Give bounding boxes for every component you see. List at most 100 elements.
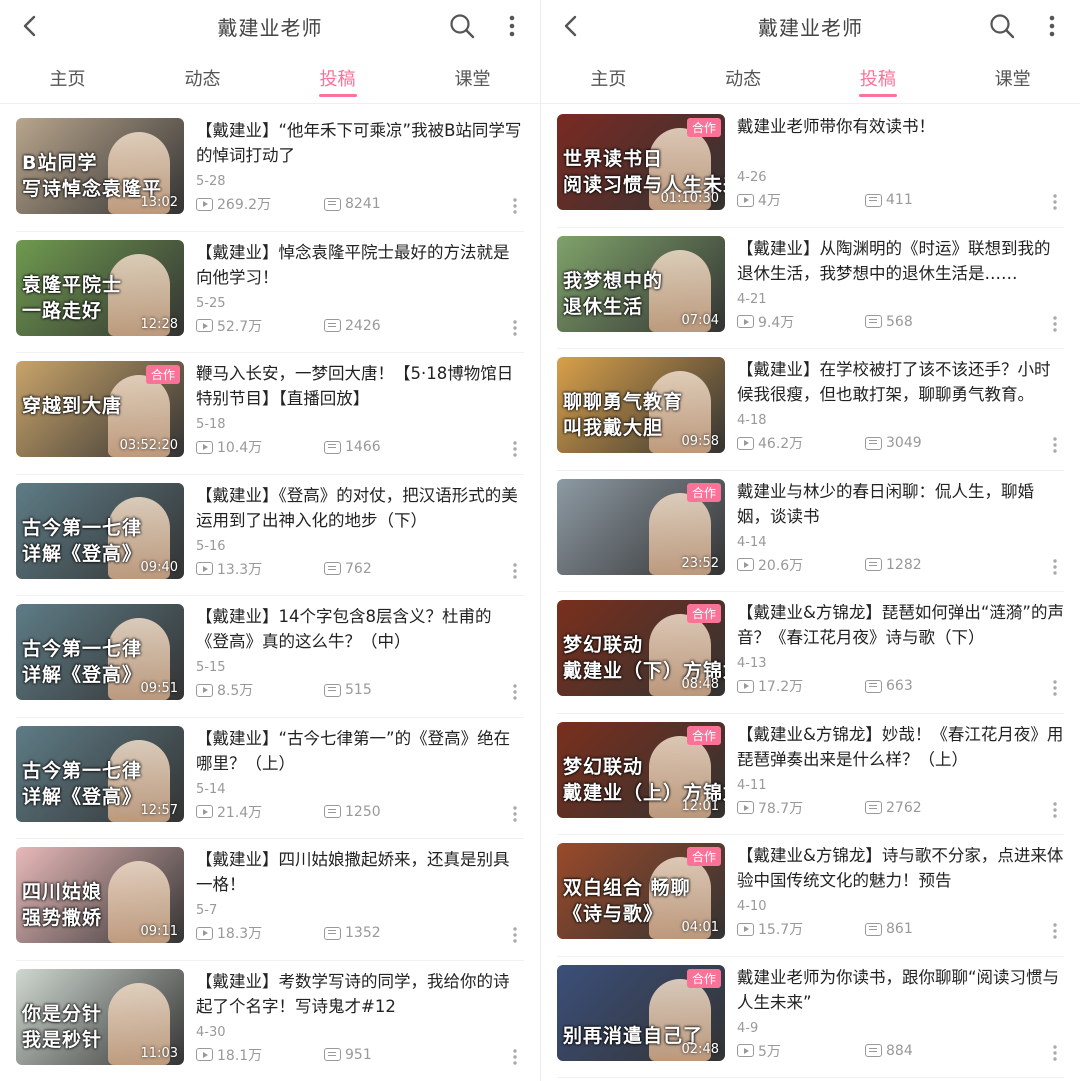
item-more-button[interactable]	[508, 318, 522, 338]
view-count-value: 15.7万	[758, 922, 804, 938]
more-button[interactable]	[500, 10, 524, 42]
video-title[interactable]: 【戴建业&方锦龙】诗与歌不分家，点进来体验中国传统文化的魅力！预告	[737, 843, 1064, 893]
video-thumbnail[interactable]: 穿越到大唐 合作 03:52:20	[16, 361, 184, 457]
item-more-button[interactable]	[1048, 435, 1062, 455]
video-thumbnail[interactable]: 四川姑娘 强势撒娇 09:11	[16, 847, 184, 943]
tab-submissions[interactable]: 投稿	[270, 52, 405, 103]
video-item[interactable]: 世界读书日阅读习惯与人生未来合作01:10:30戴建业老师带你有效读书！4-26…	[541, 114, 1080, 236]
video-thumbnail[interactable]: B站同学 写诗悼念袁隆平 13:02	[16, 118, 184, 214]
video-duration: 12:28	[140, 316, 178, 332]
item-more-button[interactable]	[508, 804, 522, 824]
tab-dynamic[interactable]: 动态	[676, 52, 811, 103]
video-item[interactable]: 我梦想中的 退休生活 07:04 【戴建业】从陶渊明的《时运》联想到我的退休生活，我梦…	[541, 235, 1080, 358]
video-item[interactable]: 梦幻联动戴建业（上）方锦龙合作12:01【戴建业&方锦龙】妙哉！《春江花月夜》用…	[541, 721, 1080, 844]
video-thumbnail[interactable]: 古今第一七律 详解《登高》 12:57	[16, 725, 184, 822]
video-item[interactable]: 古今第一七律 详解《登高》 12:57 【戴建业】“古今七律第一”的《登高》绝在哪里？…	[0, 725, 540, 848]
video-title[interactable]: 【戴建业】“他年禾下可乘凉”我被B站同学写的悼词打动了	[196, 118, 524, 168]
video-item[interactable]: 袁隆平院士 一路走好 12:28 【戴建业】悼念袁隆平院士最好的方法就是向他学习！ 5-…	[0, 239, 540, 362]
video-thumbnail[interactable]: 梦幻联动戴建业（下）方锦龙合作08:48	[557, 600, 725, 696]
video-title[interactable]: 【戴建业&方锦龙】琵琶如何弹出“涟漪”的声音？《春江花月夜》诗与歌（下）	[737, 600, 1064, 650]
video-title[interactable]: 【戴建业】考数学写诗的同学，我给你的诗起了个名字！写诗鬼才#12	[196, 969, 524, 1019]
video-item[interactable]: 梦幻联动戴建业（下）方锦龙合作08:48【戴建业&方锦龙】琵琶如何弹出“涟漪”的…	[541, 600, 1080, 722]
item-more-button[interactable]	[508, 561, 522, 581]
view-count: 4万	[737, 190, 865, 210]
video-item[interactable]: 合作 23:52 戴建业与林少的春日闲聊：侃人生，聊婚姻，谈读书 4-14 20.6万 1…	[541, 478, 1080, 601]
video-info: 【戴建业&方锦龙】妙哉！《春江花月夜》用琵琶弹奏出来是什么样？（上） 4-11 78…	[725, 722, 1064, 844]
video-title[interactable]: 【戴建业】“古今七律第一”的《登高》绝在哪里？（上）	[196, 726, 524, 776]
video-item[interactable]: 古今第一七律 详解《登高》 09:51 【戴建业】14个字包含8层含义？杜甫的《登高》…	[0, 604, 540, 726]
more-vertical-icon	[513, 927, 517, 943]
play-count-icon	[196, 197, 213, 211]
video-title[interactable]: 【戴建业】《登高》的对仗，把汉语形式的美运用到了出神入化的地步（下）	[196, 483, 524, 533]
video-item[interactable]: 四川姑娘 强势撒娇 09:11 【戴建业】四川姑娘撒起娇来，还真是别具一格！ 5-7 18…	[0, 847, 540, 969]
item-more-button[interactable]	[1048, 314, 1062, 334]
video-title[interactable]: 鞭马入长安，一梦回大唐！【5·18博物馆日特别节目】【直播回放】	[196, 361, 524, 411]
video-thumbnail[interactable]: 袁隆平院士 一路走好 12:28	[16, 239, 184, 336]
video-title[interactable]: 【戴建业】悼念袁隆平院士最好的方法就是向他学习！	[196, 240, 524, 290]
back-button[interactable]	[555, 10, 587, 42]
video-thumbnail[interactable]: 双白组合 畅聊 《诗与歌》 合作 04:01	[557, 843, 725, 939]
item-more-button[interactable]	[508, 1047, 522, 1067]
search-button[interactable]	[446, 10, 478, 42]
tab-classroom[interactable]: 课堂	[405, 52, 540, 103]
video-date: 4-9	[737, 1020, 759, 1036]
screenshot-collage: 戴建业老师 主页 动态 投稿 课堂 B站同学 写诗悼念袁隆平 13:02 【戴建业】“他年禾…	[0, 0, 1080, 1081]
tab-submissions[interactable]: 投稿	[811, 52, 946, 103]
video-item[interactable]: 聊聊勇气教育 叫我戴大胆 09:58 【戴建业】在学校被打了该不该还手？小时候我很瘦，…	[541, 357, 1080, 479]
video-title[interactable]: 戴建业老师为你读书，跟你聊聊“阅读习惯与人生未来”	[737, 965, 1064, 1015]
view-count: 5万	[737, 1041, 865, 1061]
back-button[interactable]	[14, 10, 46, 42]
video-title[interactable]: 【戴建业】四川姑娘撒起娇来，还真是别具一格！	[196, 847, 524, 897]
video-item[interactable]: 穿越到大唐 合作 03:52:20 鞭马入长安，一梦回大唐！【5·18博物馆日特别节目…	[0, 361, 540, 483]
video-title[interactable]: 戴建业老师带你有效读书！	[737, 114, 1064, 139]
video-thumbnail[interactable]: 别再消遣自己了 合作 02:48	[557, 964, 725, 1061]
item-more-button[interactable]	[508, 196, 522, 216]
more-vertical-icon	[1053, 558, 1057, 575]
more-vertical-icon	[1053, 801, 1057, 818]
item-more-button[interactable]	[1048, 557, 1062, 577]
item-more-button[interactable]	[1048, 678, 1062, 698]
item-more-button[interactable]	[1048, 192, 1062, 212]
video-item[interactable]: B站同学 写诗悼念袁隆平 13:02 【戴建业】“他年禾下可乘凉”我被B站同学写的悼词…	[0, 118, 540, 240]
panel-right: 戴建业老师 主页动态投稿课堂 世界读书日阅读习惯与人生未来合作01:10:30戴…	[540, 0, 1080, 1081]
collab-badge: 合作	[686, 847, 721, 866]
search-button[interactable]	[986, 10, 1018, 42]
video-stats: 8.5万 515	[196, 680, 452, 700]
item-more-button[interactable]	[508, 682, 522, 702]
thumbnail-caption: 我是秒针	[22, 1028, 103, 1051]
video-title[interactable]: 【戴建业】14个字包含8层含义？杜甫的《登高》真的这么牛？（中）	[196, 604, 524, 654]
video-thumbnail[interactable]: 合作 23:52	[557, 478, 725, 575]
video-duration: 11:03	[140, 1045, 178, 1061]
tab-home[interactable]: 主页	[541, 52, 676, 103]
video-title[interactable]: 【戴建业】从陶渊明的《时运》联想到我的退休生活，我梦想中的退休生活是……	[737, 236, 1064, 286]
video-info: 【戴建业】14个字包含8层含义？杜甫的《登高》真的这么牛？（中） 5-15 8.5万…	[184, 604, 524, 726]
item-more-button[interactable]	[508, 439, 522, 459]
tab-classroom[interactable]: 课堂	[945, 52, 1080, 103]
video-thumbnail[interactable]: 我梦想中的 退休生活 07:04	[557, 235, 725, 332]
video-title[interactable]: 【戴建业】在学校被打了该不该还手？小时候我很瘦，但也敢打架，聊聊勇气教育。	[737, 357, 1064, 407]
video-thumbnail[interactable]: 你是分针 我是秒针 11:03	[16, 968, 184, 1065]
more-button[interactable]	[1040, 10, 1064, 42]
item-more-button[interactable]	[508, 925, 522, 945]
video-title[interactable]: 【戴建业&方锦龙】妙哉！《春江花月夜》用琵琶弹奏出来是什么样？（上）	[737, 722, 1064, 772]
video-thumbnail[interactable]: 聊聊勇气教育 叫我戴大胆 09:58	[557, 357, 725, 453]
video-item[interactable]: 古今第一七律 详解《登高》 09:40 【戴建业】《登高》的对仗，把汉语形式的美运用到…	[0, 482, 540, 605]
video-title[interactable]: 戴建业与林少的春日闲聊：侃人生，聊婚姻，谈读书	[737, 479, 1064, 529]
video-stats: 21.4万 1250	[196, 802, 452, 822]
video-item[interactable]: 你是分针 我是秒针 11:03 【戴建业】考数学写诗的同学，我给你的诗起了个名字！写诗…	[0, 968, 540, 1081]
item-more-button[interactable]	[1048, 1043, 1062, 1063]
item-more-button[interactable]	[1048, 800, 1062, 820]
view-count-value: 13.3万	[217, 561, 263, 578]
video-thumbnail[interactable]: 古今第一七律 详解《登高》 09:40	[16, 482, 184, 579]
tab-dynamic[interactable]: 动态	[135, 52, 270, 103]
video-thumbnail[interactable]: 梦幻联动戴建业（上）方锦龙合作12:01	[557, 721, 725, 818]
item-more-button[interactable]	[1048, 921, 1062, 941]
view-count-value: 9.4万	[758, 314, 795, 331]
video-item[interactable]: 双白组合 畅聊 《诗与歌》 合作 04:01 【戴建业&方锦龙】诗与歌不分家，点进来体验…	[541, 843, 1080, 965]
video-duration: 04:01	[681, 920, 719, 935]
video-thumbnail[interactable]: 古今第一七律 详解《登高》 09:51	[16, 604, 184, 700]
video-item[interactable]: 别再消遣自己了 合作 02:48 戴建业老师为你读书，跟你聊聊“阅读习惯与人生未来” 4…	[541, 964, 1080, 1081]
tab-home[interactable]: 主页	[0, 52, 135, 103]
video-date: 4-11	[737, 777, 767, 793]
video-thumbnail[interactable]: 世界读书日阅读习惯与人生未来合作01:10:30	[557, 114, 725, 210]
